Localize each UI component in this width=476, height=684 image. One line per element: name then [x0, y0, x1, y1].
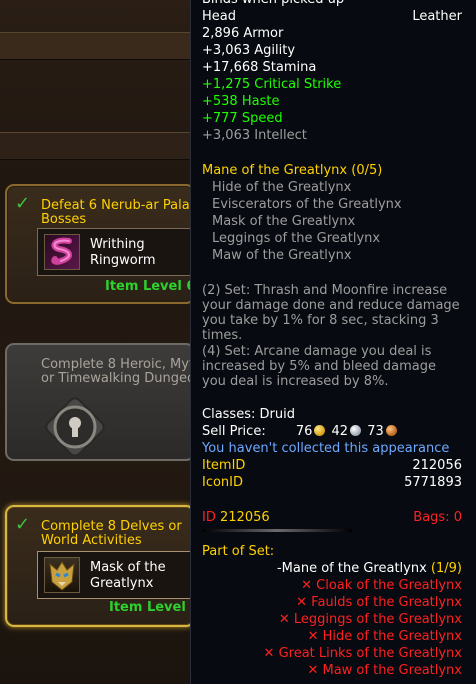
set-item: Mask of the Greatlynx: [212, 214, 356, 229]
item-tooltip: Binds when picked up Head Leather 2,896 …: [190, 0, 476, 684]
sell-copper: 73: [367, 424, 384, 439]
missing-set-item: ✕ Cloak of the Greatlynx: [301, 578, 462, 593]
activity-title: Complete 8 Delves or World Activities: [41, 519, 182, 548]
set-item: Leggings of the Greatlynx: [212, 231, 381, 246]
missing-cross-icon: ✕: [278, 612, 290, 627]
stat-critical-strike: +1,275 Critical Strike: [202, 77, 342, 92]
set-bonus-line: times.: [202, 328, 243, 343]
stat-stamina: +17,668 Stamina: [202, 60, 317, 75]
appearance-status: You haven't collected this appearance: [202, 441, 450, 456]
itemid-label: ItemID: [202, 458, 246, 473]
reward-item-mask-of-the-greatlynx[interactable]: Mask of the Greatlynx: [37, 551, 193, 599]
activity-title: Complete 8 Heroic, Myt or Timewalking Du…: [41, 357, 195, 386]
missing-set-item: ✕ Faulds of the Greatlynx: [296, 595, 462, 610]
missing-cross-icon: ✕: [307, 629, 319, 644]
set-item: Hide of the Greatlynx: [212, 180, 352, 195]
mask-item-icon: [44, 557, 80, 593]
activity-card-raid[interactable]: ✓ Defeat 6 Nerub-ar Pala Bosses Writhing…: [5, 184, 195, 304]
tooltip-divider: [202, 529, 352, 532]
bind-type: Binds when picked up: [202, 0, 462, 8]
missing-set-item: ✕ Hide of the Greatlynx: [307, 629, 462, 644]
missing-cross-icon: ✕: [296, 595, 308, 610]
ringworm-item-icon: [44, 234, 80, 270]
slot-row: Head Leather: [202, 8, 462, 25]
item-level-label: Item Level 6: [109, 600, 195, 615]
iconid-value: 5771893: [404, 475, 462, 490]
missing-set-item: ✕ Leggings of the Greatlynx: [278, 612, 462, 627]
id-label: ID: [202, 510, 216, 525]
missing-set-item: ✕ Maw of the Greatlynx: [307, 663, 462, 678]
armor-type: Leather: [412, 9, 462, 24]
missing-cross-icon: ✕: [307, 663, 319, 678]
id-value: 212056: [220, 510, 270, 525]
completed-check-icon: ✓: [15, 193, 31, 214]
set-header: -Mane of the Greatlynx: [276, 561, 427, 576]
activity-title: Defeat 6 Nerub-ar Pala Bosses: [41, 198, 190, 227]
activity-card-dungeon[interactable]: Complete 8 Heroic, Myt or Timewalking Du…: [5, 343, 195, 461]
class-restriction: Classes: Druid: [202, 407, 295, 422]
silver-coin-icon: [350, 425, 362, 436]
iconid-label: IconID: [202, 475, 244, 490]
lock-icon: [43, 395, 107, 459]
set-count: (1/9): [430, 561, 462, 576]
stat-agility: +3,063 Agility: [202, 43, 296, 58]
bags-count: Bags: 0: [413, 510, 462, 525]
part-of-set-label: Part of Set:: [202, 544, 275, 559]
gold-coin-icon: [314, 425, 326, 436]
copper-coin-icon: [385, 425, 397, 436]
stat-haste: +538 Haste: [202, 94, 280, 109]
itemid-row: ItemID 212056: [202, 457, 462, 474]
itemid-value: 212056: [412, 458, 462, 473]
panel-header-band: [0, 32, 200, 60]
item-level-label: Item Level 6: [105, 279, 195, 294]
missing-set-item: ✕ Great Links of the Greatlynx: [263, 646, 462, 661]
set-bonus-line: you deal is increased by 8%.: [202, 374, 389, 389]
set-progress-row: -Mane of the Greatlynx (1/9): [202, 560, 462, 577]
iconid-row: IconID 5771893: [202, 474, 462, 491]
panel-divider-band: [0, 132, 200, 160]
sell-price-row: Sell Price: 76 42 73: [202, 423, 462, 440]
sell-price-label: Sell Price:: [202, 424, 266, 439]
reward-name: Writhing Ringworm: [90, 237, 156, 268]
armor-value: 2,896 Armor: [202, 26, 284, 41]
missing-cross-icon: ✕: [301, 578, 313, 593]
stat-intellect: +3,063 Intellect: [202, 128, 307, 143]
reward-item-writhing-ringworm[interactable]: Writhing Ringworm: [37, 228, 193, 276]
reward-name: Mask of the Greatlynx: [90, 560, 166, 591]
set-item: Eviscerators of the Greatlynx: [212, 197, 402, 212]
id-row: ID 212056 Bags: 0: [202, 509, 462, 526]
set-item: Maw of the Greatlynx: [212, 248, 352, 263]
item-slot: Head: [202, 9, 236, 24]
stat-speed: +777 Speed: [202, 111, 283, 126]
set-name: Mane of the Greatlynx (0/5): [202, 163, 383, 178]
sell-silver: 42: [331, 424, 349, 439]
activity-card-delves[interactable]: ✓ Complete 8 Delves or World Activities …: [5, 505, 195, 627]
sell-gold: 76: [295, 424, 313, 439]
missing-cross-icon: ✕: [263, 646, 275, 661]
completed-check-icon: ✓: [15, 514, 31, 535]
